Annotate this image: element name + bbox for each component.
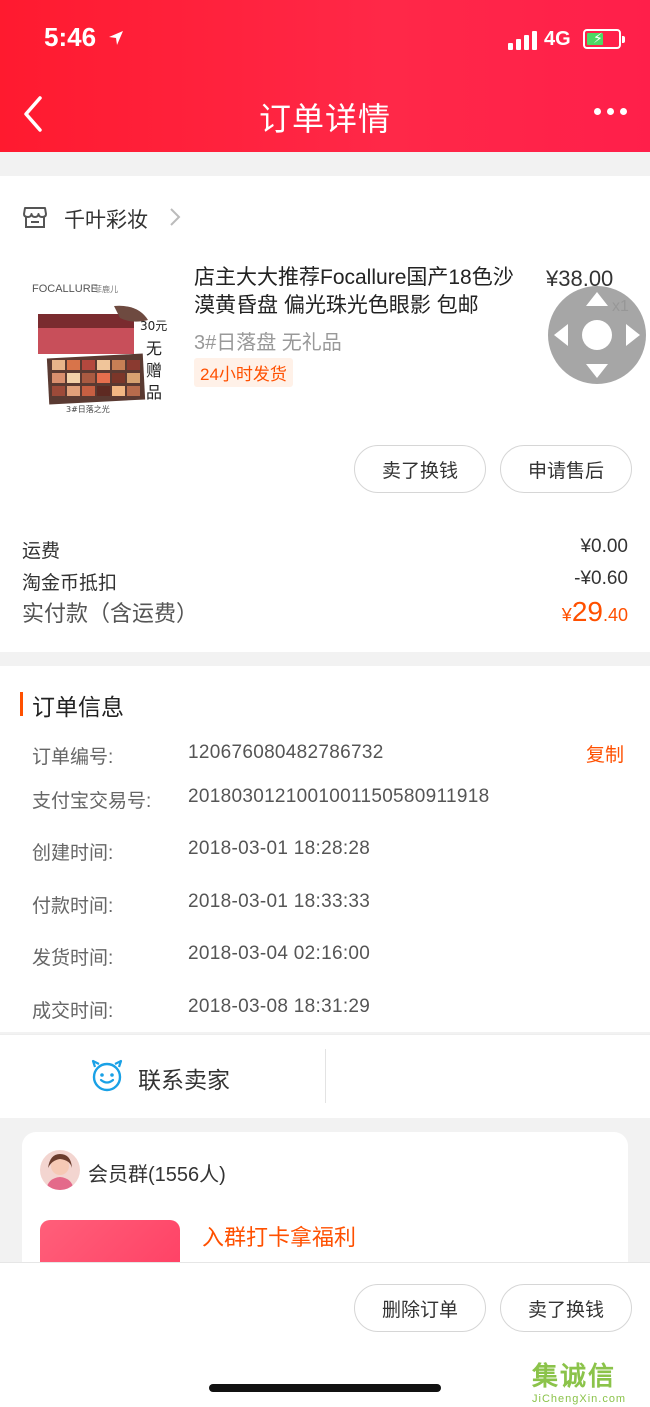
chevron-right-icon[interactable]	[168, 206, 182, 228]
shipping-fee-value: ¥0.00	[580, 536, 628, 557]
watermark-subtext: JiChengXin.com	[532, 1393, 627, 1405]
home-indicator	[209, 1384, 441, 1392]
alipay-number-label: 支付宝交易号:	[32, 791, 152, 812]
shipping-fee-row: 运费 ¥0.00	[22, 536, 628, 563]
paid-int: 29	[571, 596, 603, 627]
delete-order-button[interactable]: 删除订单	[354, 1284, 486, 1332]
shop-name[interactable]: 千叶彩妆	[64, 204, 148, 234]
bottom-sell-button[interactable]: 卖了换钱	[500, 1284, 632, 1332]
location-arrow-icon	[109, 31, 123, 45]
coin-deduction-label: 淘金币抵扣	[22, 573, 118, 594]
signal-icon	[508, 30, 537, 50]
contact-seller-button[interactable]: 联系卖家	[138, 1061, 230, 1095]
completed-time-label: 成交时间:	[32, 1001, 114, 1022]
after-sale-button[interactable]: 申请售后	[500, 445, 632, 493]
paid-currency: ¥	[561, 605, 572, 625]
header: 5:46 4G ⚡ 订单详情	[0, 0, 650, 152]
watermark: 集诚信 JiChengXin.com	[532, 1356, 626, 1405]
avatar	[40, 1150, 80, 1190]
paid-time-value: 2018-03-01 18:33:33	[188, 891, 371, 912]
product-brand-cn-text: 菲鹿儿	[94, 284, 118, 294]
product-brand-text: FOCALLURE	[32, 283, 98, 295]
order-number-label: 订单编号:	[32, 747, 114, 768]
paid-amount-label: 实付款（含运费）	[22, 601, 199, 626]
battery-icon: ⚡	[583, 29, 625, 49]
watermark-text: 集诚信	[532, 1361, 617, 1391]
status-time: 5:46	[44, 22, 97, 52]
floating-joystick[interactable]	[548, 286, 646, 384]
divider	[325, 1049, 326, 1103]
coin-deduction-value: -¥0.60	[574, 568, 628, 589]
contact-bar: 联系卖家	[0, 1034, 650, 1118]
product-badge-line3: 品	[146, 383, 162, 402]
order-info-card: 订单信息 订单编号: 120676080482786732 复制 支付宝交易号:…	[0, 666, 650, 1032]
product-palette-image: FOCALLURE 菲鹿儿 30元 无 赠 品 3#日落之光	[28, 264, 174, 414]
chat-smile-icon[interactable]	[90, 1059, 124, 1093]
group-promo: 入群打卡拿福利	[202, 1225, 357, 1250]
joystick-icon	[554, 292, 640, 378]
page-title: 订单详情	[258, 101, 391, 137]
product-caption: 3#日落之光	[66, 404, 110, 414]
product-sku: 3#日落盘 无礼品	[194, 332, 342, 354]
paid-amount-value: ¥29.40	[562, 596, 628, 628]
section-accent-bar	[20, 692, 23, 716]
coin-deduction-row: 淘金币抵扣 -¥0.60	[22, 568, 628, 595]
product-badge-line1: 无	[146, 339, 162, 358]
paid-amount-row: 实付款（含运费） ¥29.40	[22, 596, 628, 628]
shipped-time-value: 2018-03-04 02:16:00	[188, 943, 371, 964]
sell-button[interactable]: 卖了换钱	[354, 445, 486, 493]
copy-button[interactable]: 复制	[586, 740, 624, 767]
shipping-fee-label: 运费	[22, 541, 61, 562]
product-badge-price: 30元	[140, 319, 167, 333]
order-info-title: 订单信息	[32, 694, 124, 720]
paid-time-label: 付款时间:	[32, 896, 114, 917]
product-title[interactable]: 店主大大推荐Focallure国产18色沙漠黄昏盘 偏光珠光色眼影 包邮	[194, 264, 534, 320]
product-badge-line2: 赠	[146, 361, 162, 380]
network-type: 4G	[544, 28, 571, 50]
group-name: 会员群(1556人)	[88, 1164, 226, 1186]
more-icon[interactable]	[594, 108, 627, 115]
shipped-time-label: 发货时间:	[32, 948, 114, 969]
shipping-badge: 24小时发货	[194, 358, 293, 387]
created-time-value: 2018-03-01 18:28:28	[188, 838, 371, 859]
created-time-label: 创建时间:	[32, 843, 114, 864]
product-image[interactable]: FOCALLURE 菲鹿儿 30元 无 赠 品 3#日落之光	[28, 264, 174, 414]
order-number-value: 120676080482786732	[188, 742, 384, 763]
alipay-number-value: 2018030121001001150580911918	[188, 786, 490, 807]
shop-card: 千叶彩妆 FOCALLURE 菲鹿儿 30元 无 赠 品 3#日落之光 店主大大…	[0, 176, 650, 652]
paid-dec: .40	[602, 605, 628, 625]
store-icon	[23, 207, 47, 228]
completed-time-value: 2018-03-08 18:31:29	[188, 996, 371, 1017]
